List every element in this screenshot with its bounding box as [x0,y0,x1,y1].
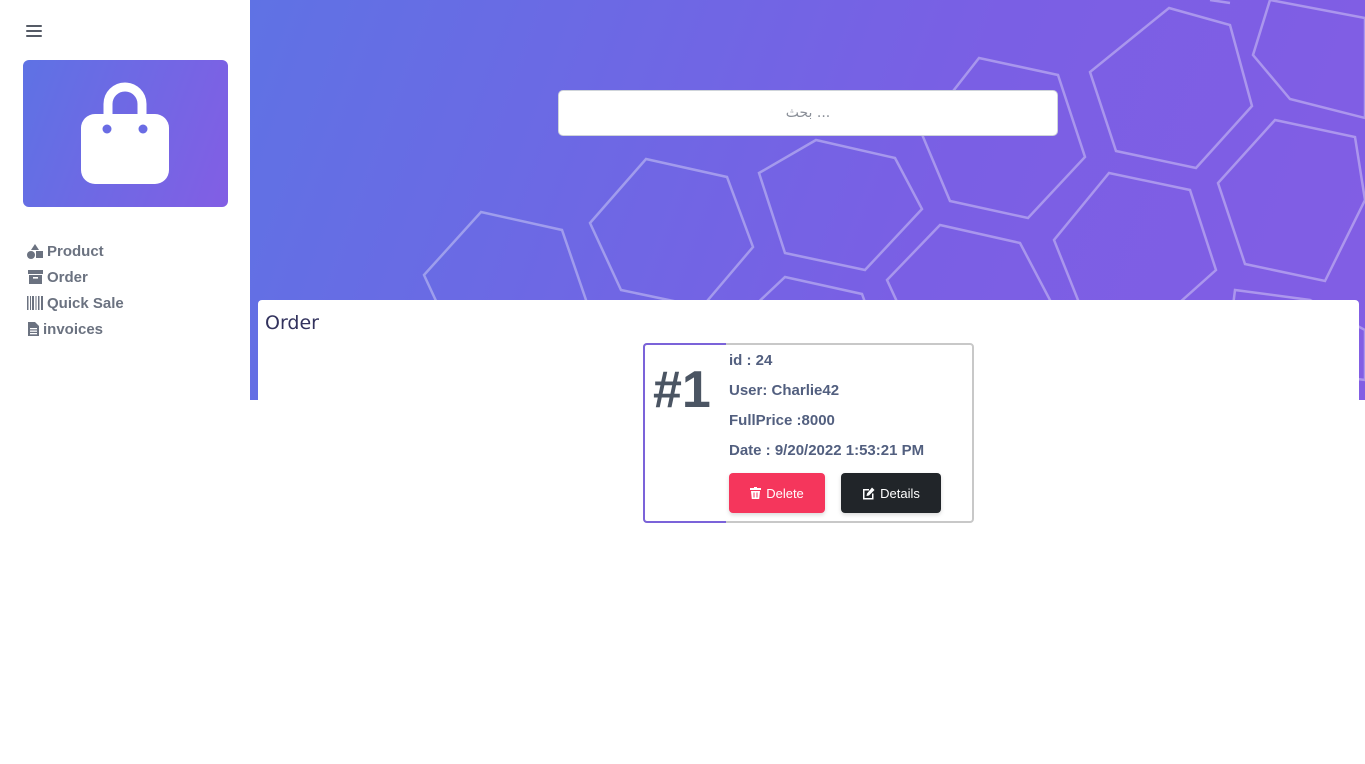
details-button[interactable]: Details [841,473,941,513]
order-number: #1 [653,361,711,419]
barcode-icon [27,295,43,311]
sidebar: Product Order Quick Sale invoices [0,0,250,764]
sidebar-nav: Product Order Quick Sale invoices [27,238,124,342]
trash-icon [750,487,762,499]
delete-button[interactable]: Delete [729,473,825,513]
details-label: Details [880,485,920,501]
sidebar-item-label: Order [47,268,88,286]
page-title: Order [265,312,319,334]
order-id: id : 24 [729,352,773,369]
edit-icon [862,487,875,500]
order-user: User: Charlie42 [729,382,840,399]
order-number-box: #1 [643,343,726,523]
order-date: Date : 9/20/2022 1:53:21 PM [729,442,925,459]
archive-box-icon [27,269,43,285]
sidebar-item-label: Quick Sale [47,294,124,312]
order-panel: Order #1 id : 24 User: Charlie42 FullPri… [258,300,1359,544]
sidebar-item-order[interactable]: Order [27,264,124,290]
file-document-icon [27,321,39,337]
search-input[interactable] [558,90,1058,136]
sidebar-item-quick-sale[interactable]: Quick Sale [27,290,124,316]
app-logo [23,60,228,207]
shopping-bag-icon [81,82,169,184]
shapes-icon [27,243,43,259]
sidebar-item-label: Product [47,242,104,260]
sidebar-item-label: invoices [43,320,104,338]
hamburger-icon[interactable] [26,22,42,40]
sidebar-item-invoices[interactable]: invoices [27,316,124,342]
delete-label: Delete [766,485,804,501]
sidebar-item-product[interactable]: Product [27,238,124,264]
order-card: #1 id : 24 User: Charlie42 FullPrice :80… [643,343,974,523]
order-full-price: FullPrice :8000 [729,412,835,429]
